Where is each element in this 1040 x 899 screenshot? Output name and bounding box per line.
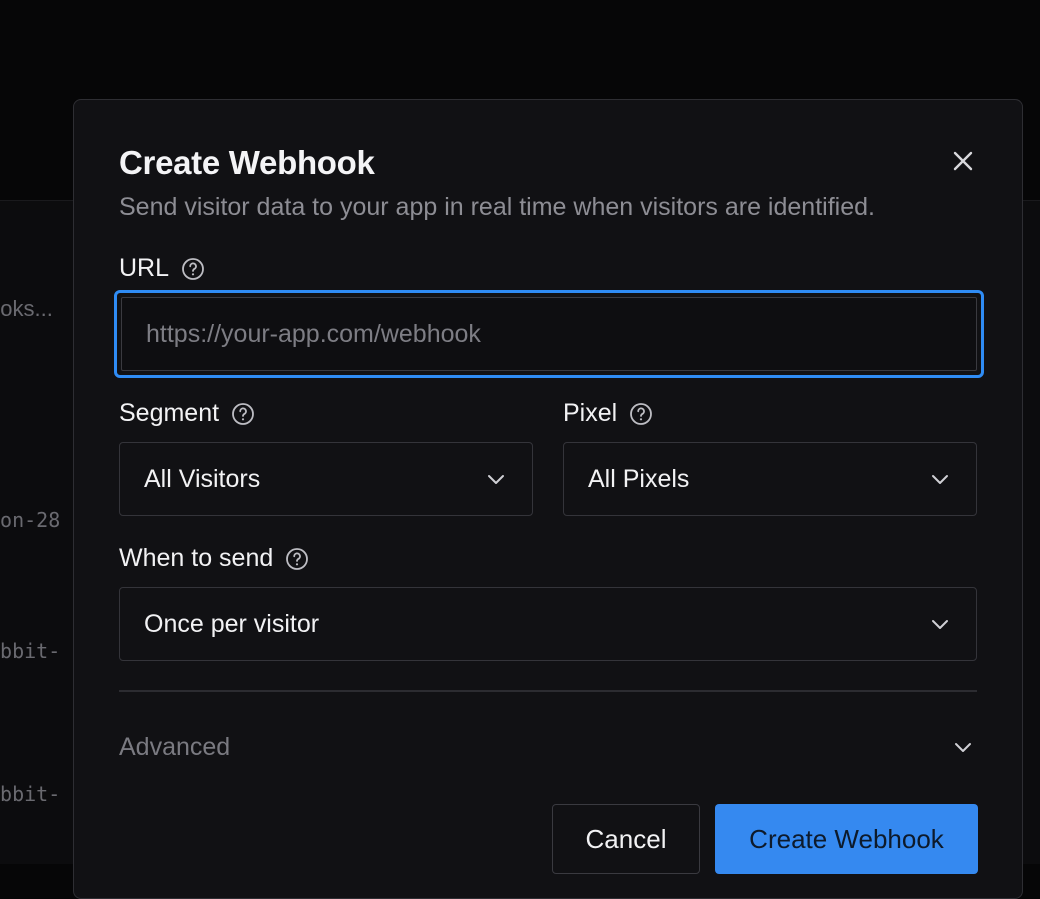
url-label: URL — [119, 254, 169, 283]
pixel-select[interactable]: All Pixels — [563, 442, 977, 516]
url-label-group: URL — [119, 254, 205, 283]
help-icon[interactable] — [231, 402, 255, 426]
close-button[interactable] — [944, 142, 982, 180]
segment-label: Segment — [119, 399, 219, 428]
url-field — [121, 297, 977, 371]
when-to-send-label-group: When to send — [119, 544, 309, 573]
chevron-down-icon — [486, 469, 506, 489]
background-text: ion-28 — [0, 508, 60, 532]
divider — [119, 690, 977, 692]
background-text: abbit- — [0, 639, 60, 663]
background-text: ooks... — [0, 296, 53, 322]
segment-label-group: Segment — [119, 399, 255, 428]
segment-select[interactable]: All Visitors — [119, 442, 533, 516]
when-to-send-select[interactable]: Once per visitor — [119, 587, 977, 661]
help-icon[interactable] — [629, 402, 653, 426]
pixel-label-group: Pixel — [563, 399, 653, 428]
url-field-focus-ring — [114, 290, 984, 378]
help-icon[interactable] — [285, 547, 309, 571]
url-input[interactable] — [146, 298, 976, 370]
chevron-down-icon — [930, 469, 950, 489]
when-to-send-label: When to send — [119, 544, 273, 573]
dialog-title: Create Webhook — [119, 144, 375, 182]
dialog-subtitle: Send visitor data to your app in real ti… — [119, 193, 875, 222]
pixel-value: All Pixels — [588, 465, 689, 494]
chevron-down-icon — [930, 614, 950, 634]
create-webhook-dialog: Create Webhook Send visitor data to your… — [73, 99, 1023, 899]
background-text: abbit- — [0, 782, 60, 806]
help-icon[interactable] — [181, 257, 205, 281]
segment-value: All Visitors — [144, 465, 260, 494]
advanced-toggle[interactable]: Advanced — [119, 727, 977, 767]
chevron-down-icon — [953, 737, 973, 757]
advanced-label: Advanced — [119, 733, 230, 762]
when-to-send-value: Once per visitor — [144, 610, 319, 639]
pixel-label: Pixel — [563, 399, 617, 428]
close-icon — [952, 150, 974, 172]
